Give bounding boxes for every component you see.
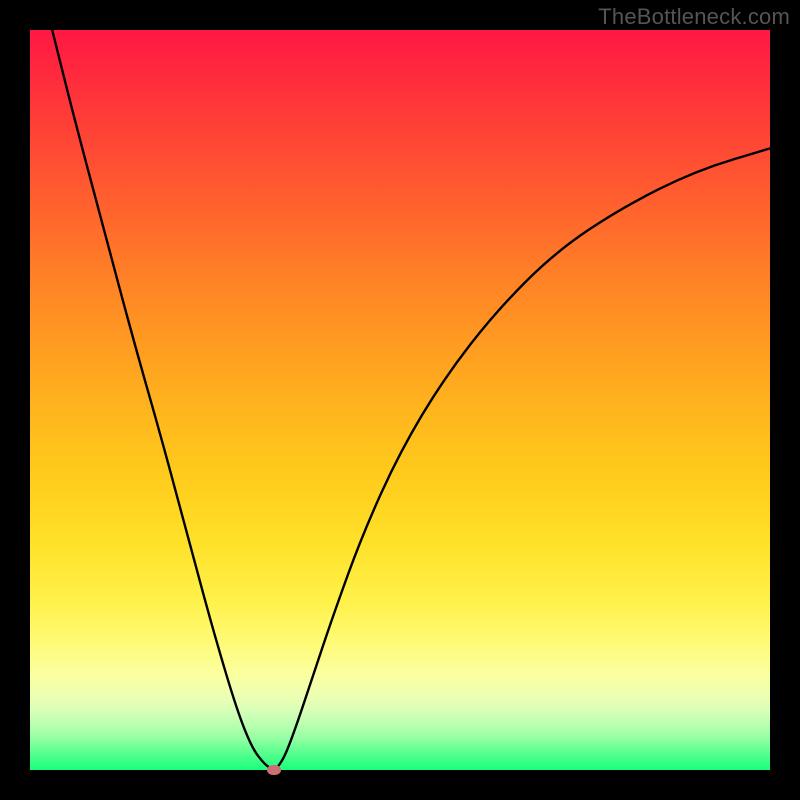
curve-svg [30, 30, 770, 770]
watermark-text: TheBottleneck.com [598, 4, 790, 30]
plot-area [30, 30, 770, 770]
optimum-marker [267, 765, 281, 775]
bottleneck-curve-path [52, 30, 770, 770]
chart-frame: TheBottleneck.com [0, 0, 800, 800]
